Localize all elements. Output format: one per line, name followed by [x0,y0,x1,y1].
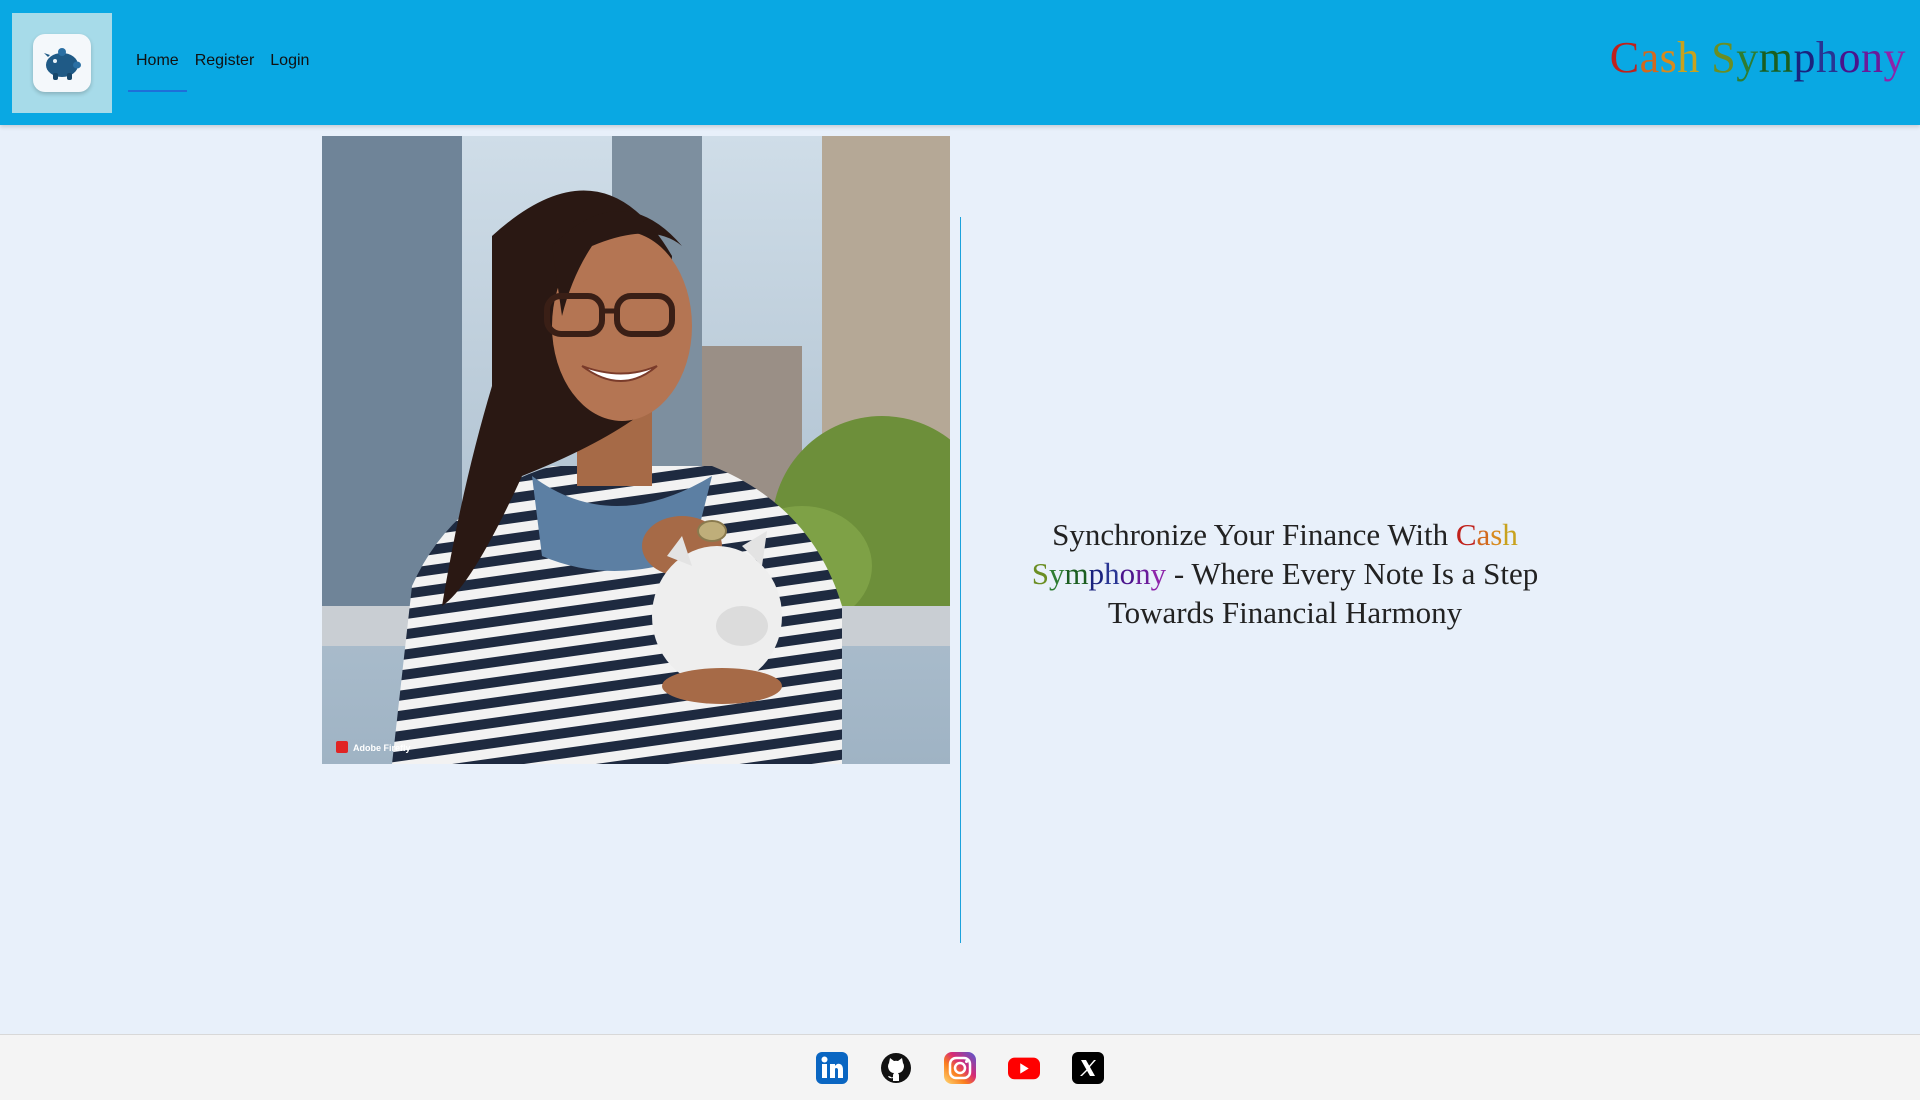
logo[interactable] [12,13,112,113]
brand-letter: S [1711,33,1737,82]
nav-login[interactable]: Login [262,46,317,76]
github-icon[interactable] [880,1052,912,1084]
tagline-brand-letter: p [1088,556,1105,591]
nav-home[interactable]: Home [128,46,187,92]
tagline-brand-letter: m [1064,556,1089,591]
x-icon[interactable] [1072,1051,1104,1084]
brand-letter: y [1736,33,1759,82]
brand-title: Cash Symphony [1610,32,1906,83]
image-watermark: Adobe Firefly [353,743,411,753]
tagline-brand-letter: y [1048,556,1065,591]
tagline-brand-letter: h [1104,556,1120,591]
brand-letter: C [1609,33,1640,82]
brand-letter: h [1677,33,1700,82]
tagline: Synchronize Your Finance With Cash Symph… [1000,515,1570,632]
brand-letter: p [1793,33,1816,82]
brand-letter: a [1639,33,1660,82]
hero-image: Adobe Firefly [322,136,950,764]
tagline-prefix: Synchronize Your Finance With [1052,517,1456,552]
tagline-brand-letter: S [1031,556,1049,591]
brand-letter: s [1659,33,1678,82]
tagline-brand-letter: h [1502,517,1518,552]
tagline-brand-letter: n [1135,556,1151,591]
piggy-bank-logo-icon [33,34,91,92]
instagram-icon[interactable] [944,1051,976,1084]
navbar: Home Register Login Cash Symphony [0,0,1920,125]
vertical-divider [960,217,961,943]
tagline-brand-letter: C [1455,517,1477,552]
brand-letter: y [1883,33,1906,82]
tagline-suffix: - Where Every Note Is a Step Towards Fin… [1107,556,1539,630]
nav-register[interactable]: Register [187,46,263,76]
tagline-brand-letter: y [1150,556,1167,591]
main-nav: Home Register Login [128,46,317,92]
brand-letter: m [1758,33,1794,82]
tagline-brand-letter: o [1119,556,1136,591]
youtube-icon[interactable] [1008,1052,1040,1084]
tagline-brand-letter: a [1476,517,1491,552]
tagline-brand-letter: s [1490,517,1503,552]
brand-letter: h [1816,33,1839,82]
brand-letter: n [1861,33,1884,82]
footer [0,1034,1920,1100]
brand-letter: o [1838,33,1861,82]
brand-letter [1700,33,1712,82]
linkedin-icon[interactable] [816,1051,848,1084]
